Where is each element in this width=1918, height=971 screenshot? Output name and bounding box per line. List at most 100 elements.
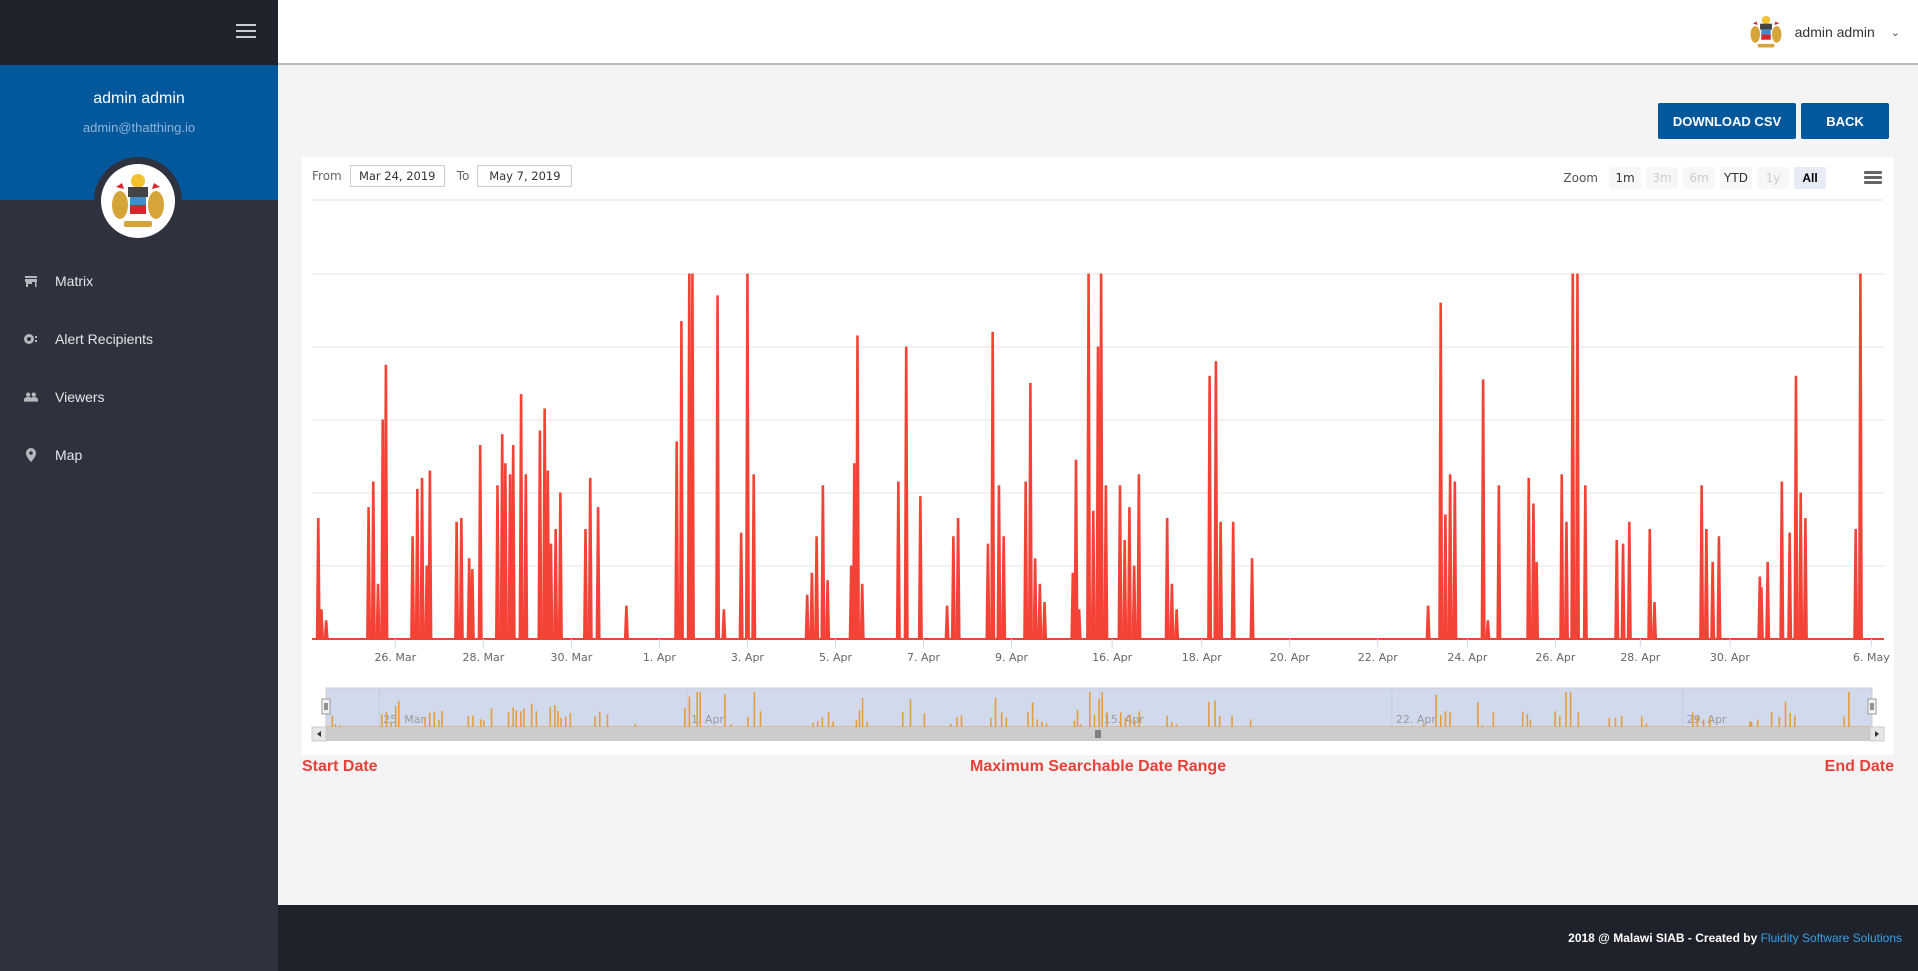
zoom-3m-button[interactable]: 3m xyxy=(1646,167,1678,189)
navigator-spike xyxy=(1119,712,1122,727)
navigator-spike xyxy=(380,714,383,727)
navigator-spike xyxy=(394,706,397,727)
zoom-all-button[interactable]: All xyxy=(1794,167,1826,189)
data-spike xyxy=(1001,536,1007,640)
data-spike xyxy=(1534,561,1540,640)
top-bar: admin admin ⌄ xyxy=(278,0,1918,65)
data-spike xyxy=(1758,587,1764,640)
navigator-spike xyxy=(827,712,830,727)
data-spike xyxy=(1438,302,1444,640)
navigator-spike xyxy=(467,715,470,727)
data-spike xyxy=(419,477,425,640)
data-spike xyxy=(553,529,559,640)
navigator-spike xyxy=(1093,714,1096,727)
navigator-spike xyxy=(598,711,601,727)
navigator-spike xyxy=(472,715,474,727)
navigator-spike xyxy=(1565,692,1567,727)
download-csv-button[interactable]: DOWNLOAD CSV xyxy=(1658,103,1796,139)
x-tick-label: 30. Apr xyxy=(1710,651,1750,664)
navigator-spike xyxy=(1129,714,1131,727)
data-spike xyxy=(1131,565,1137,640)
sidebar-item-alert-recipients[interactable]: Alert Recipients xyxy=(0,310,278,368)
navigator-spike xyxy=(1645,723,1648,727)
navigator-spike xyxy=(861,697,864,727)
navigator-spike xyxy=(606,714,609,727)
navigator-spike xyxy=(753,692,756,727)
navigator-spike xyxy=(1214,700,1216,727)
data-spike xyxy=(1563,521,1569,640)
navigator-spike xyxy=(1614,717,1617,727)
navigator-spike xyxy=(1848,692,1850,727)
data-spike xyxy=(1086,273,1092,640)
navigator-spike xyxy=(512,707,514,727)
zoom-ytd-button[interactable]: YTD xyxy=(1720,167,1752,189)
sidebar-item-map[interactable]: Map xyxy=(0,426,278,484)
x-tick-label: 20. Apr xyxy=(1270,651,1310,664)
hamburger-menu-icon[interactable] xyxy=(236,24,256,40)
data-spike xyxy=(1496,485,1502,640)
profile-email: admin@thatthing.io xyxy=(82,120,196,135)
navigator-spike xyxy=(1477,702,1479,727)
navigator-spike xyxy=(1708,717,1711,727)
back-button[interactable]: BACK xyxy=(1801,103,1889,139)
navigator-spike xyxy=(1031,702,1034,727)
chart-context-menu-icon[interactable] xyxy=(1864,171,1882,185)
x-tick-label: 5. Apr xyxy=(819,651,852,664)
people-icon xyxy=(24,390,38,404)
data-spike xyxy=(494,485,500,640)
footer-link[interactable]: Fluidity Software Solutions xyxy=(1761,931,1902,945)
navigator-label: 22. Apr xyxy=(1396,713,1436,726)
data-spike xyxy=(751,474,757,640)
data-spike xyxy=(1626,521,1632,640)
data-spike xyxy=(1103,485,1109,640)
zoom-buttons: Zoom 1m 3m 6m YTD 1y All xyxy=(1563,167,1826,189)
map-pin-icon xyxy=(24,448,38,462)
user-menu[interactable]: admin admin ⌄ xyxy=(1747,13,1900,51)
data-spike xyxy=(410,536,416,640)
data-spike xyxy=(1027,383,1033,640)
navigator-spike xyxy=(1218,715,1221,727)
data-spike xyxy=(1485,620,1491,640)
to-date-input[interactable]: May 7, 2019 xyxy=(477,165,573,187)
x-tick-label: 18. Apr xyxy=(1182,651,1222,664)
data-spike xyxy=(1442,514,1448,640)
data-spike xyxy=(1716,536,1722,640)
navigator-spike xyxy=(1005,717,1008,727)
navigator-spike xyxy=(1249,719,1252,727)
navigator-label: 1. Apr xyxy=(691,713,724,726)
footer-text: 2018 @ Malawi SIAB - Created by Fluidity… xyxy=(1568,931,1902,945)
data-spike xyxy=(1620,543,1626,640)
navigator-spike xyxy=(923,713,926,727)
data-spike xyxy=(1710,561,1716,640)
navigator-spike xyxy=(1435,694,1437,727)
navigator-spike xyxy=(433,711,436,727)
sidebar-item-matrix[interactable]: Matrix xyxy=(0,252,278,310)
zoom-6m-button[interactable]: 6m xyxy=(1683,167,1715,189)
navigator-right-handle[interactable] xyxy=(1867,698,1877,715)
navigator-spike xyxy=(424,717,426,727)
date-range-inputs: From Mar 24, 2019 To May 7, 2019 xyxy=(312,165,584,187)
zoom-1y-button[interactable]: 1y xyxy=(1757,167,1789,189)
navigator-spike xyxy=(557,710,559,727)
data-spike xyxy=(375,583,381,640)
navigator-spike xyxy=(1756,719,1759,727)
sidebar-item-label: Map xyxy=(55,447,83,463)
navigator-spike xyxy=(490,708,493,727)
x-tick-label: 1. Apr xyxy=(643,651,676,664)
navigator-spike xyxy=(479,719,482,727)
navigator-spike xyxy=(1036,719,1039,727)
navigator-spike xyxy=(441,710,443,727)
zoom-1m-button[interactable]: 1m xyxy=(1609,167,1641,189)
footer-copyright: 2018 @ Malawi SIAB - Created by xyxy=(1568,931,1761,945)
data-spike xyxy=(454,521,460,640)
navigator-spike xyxy=(909,699,912,727)
navigator-spike xyxy=(560,717,562,727)
navigator-spike xyxy=(1073,720,1076,727)
sidebar-item-viewers[interactable]: Viewers xyxy=(0,368,278,426)
navigator-spike xyxy=(816,720,819,727)
data-spike xyxy=(744,273,750,640)
from-date-input[interactable]: Mar 24, 2019 xyxy=(349,165,445,187)
navigator-spike xyxy=(1778,716,1781,727)
data-spike xyxy=(1207,375,1213,640)
navigator-left-handle[interactable] xyxy=(321,698,331,715)
